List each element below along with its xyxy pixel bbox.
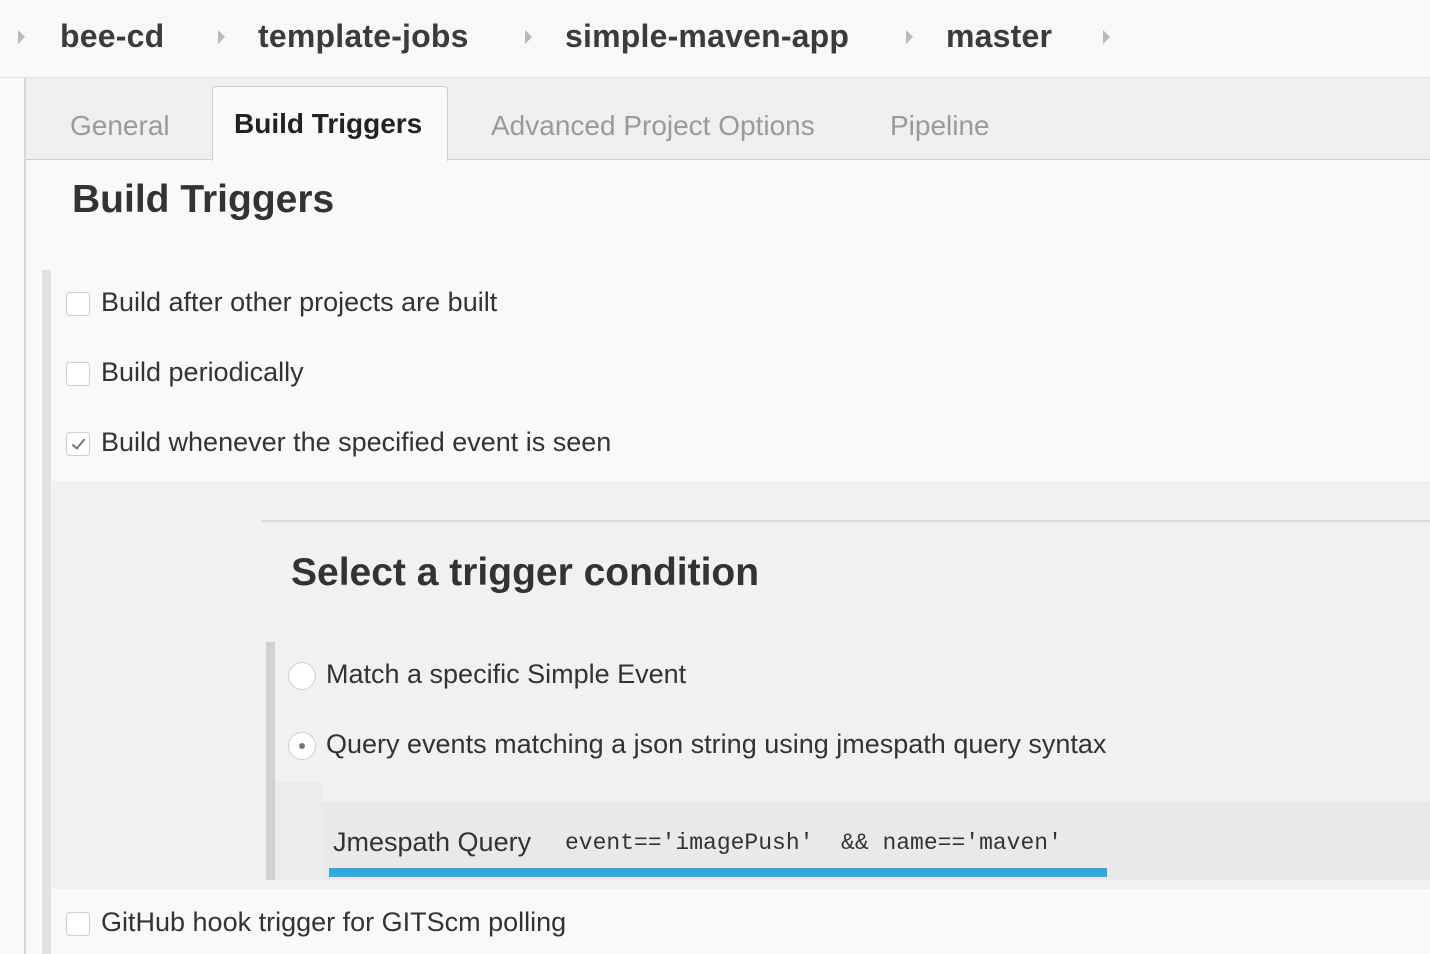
label-github-hook[interactable]: GitHub hook trigger for GITScm polling [101,907,566,938]
radio-simple-event[interactable] [288,662,316,690]
chevron-right-icon[interactable] [906,30,913,44]
breadcrumb-item-template-jobs[interactable]: template-jobs [258,18,469,55]
radio-jmespath-query[interactable] [288,732,316,760]
breadcrumb-item-master[interactable]: master [946,18,1052,55]
jmespath-query-label: Jmespath Query [333,827,532,857]
chevron-right-icon[interactable] [525,30,532,44]
label-build-on-event[interactable]: Build whenever the specified event is se… [101,427,611,458]
divider [261,520,1430,522]
condition-group-bar [266,642,275,880]
checkbox-build-on-event[interactable] [66,432,90,456]
chevron-right-icon[interactable] [218,30,225,44]
breadcrumb: bee-cd template-jobs simple-maven-app ma… [0,0,1430,78]
tab-advanced-project-options[interactable]: Advanced Project Options [491,110,815,142]
breadcrumb-item-simple-maven-app[interactable]: simple-maven-app [565,18,849,55]
query-indent [275,782,322,880]
checkbox-build-after-other-projects[interactable] [66,292,90,316]
chevron-right-icon[interactable] [1103,30,1110,44]
section-title: Build Triggers [72,178,335,221]
tab-pipeline[interactable]: Pipeline [890,110,990,142]
label-build-after-other-projects[interactable]: Build after other projects are built [101,287,497,318]
breadcrumb-item-bee-cd[interactable]: bee-cd [60,18,164,55]
page-left-border [24,78,26,954]
jmespath-query-input[interactable]: event=='imagePush' && name=='maven' [565,830,1062,856]
tab-build-triggers-label[interactable]: Build Triggers [234,108,422,140]
query-input-focus-underline [329,868,1107,877]
trigger-condition-title: Select a trigger condition [291,551,760,594]
chevron-right-icon [18,30,25,44]
tab-general[interactable]: General [70,110,170,142]
label-jmespath-query[interactable]: Query events matching a json string usin… [326,729,1106,760]
checkbox-github-hook[interactable] [66,912,90,936]
label-build-periodically[interactable]: Build periodically [101,357,304,388]
options-group-bar [42,270,51,954]
checkbox-build-periodically[interactable] [66,362,90,386]
label-simple-event[interactable]: Match a specific Simple Event [326,659,686,690]
